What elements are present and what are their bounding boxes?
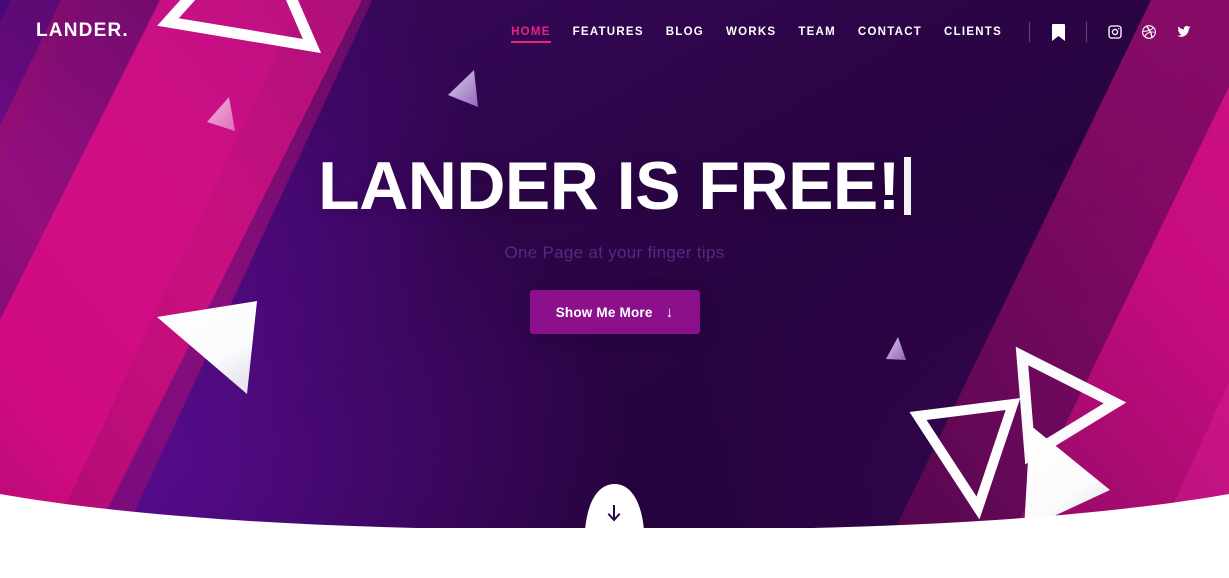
nav-item-team[interactable]: TEAM — [787, 0, 847, 64]
cta-label: Show Me More — [555, 304, 653, 320]
nav-item-clients[interactable]: CLIENTS — [933, 0, 1013, 64]
hero-section: LANDER. HOME FEATURES BLOG WORKS TEAM CO… — [0, 0, 1229, 528]
nav-item-works[interactable]: WORKS — [715, 0, 787, 64]
scroll-down-button[interactable] — [597, 496, 631, 530]
nav-item-contact[interactable]: CONTACT — [847, 0, 933, 64]
brand-logo[interactable]: LANDER. — [36, 20, 129, 42]
nav-item-home[interactable]: HOME — [500, 0, 562, 64]
nav-divider-1 — [1029, 22, 1030, 42]
left-diagonal-band-group — [0, 0, 373, 528]
top-navbar: LANDER. HOME FEATURES BLOG WORKS TEAM CO… — [0, 0, 1229, 64]
triangle-lavender-small — [448, 70, 478, 107]
show-me-more-button[interactable]: Show Me More ↓ — [529, 290, 700, 334]
triangle-lavender-right — [886, 337, 906, 360]
nav-divider-2 — [1086, 22, 1087, 42]
bookmark-icon[interactable] — [1046, 20, 1070, 44]
twitter-icon[interactable] — [1171, 20, 1195, 44]
arrow-down-icon: ↓ — [665, 303, 674, 321]
hero-title-text: LANDER IS FREE! — [318, 148, 900, 224]
typing-caret — [903, 157, 911, 215]
social-links — [1103, 20, 1195, 44]
landing-page: LANDER. HOME FEATURES BLOG WORKS TEAM CO… — [0, 0, 1229, 578]
next-section-placeholder — [0, 528, 1229, 578]
navbar-right-group: HOME FEATURES BLOG WORKS TEAM CONTACT CL… — [500, 0, 1195, 64]
nav-links: HOME FEATURES BLOG WORKS TEAM CONTACT CL… — [500, 0, 1013, 64]
instagram-icon[interactable] — [1103, 20, 1127, 44]
nav-item-features[interactable]: FEATURES — [562, 0, 655, 64]
hero-title: LANDER IS FREE! — [318, 152, 911, 220]
nav-item-blog[interactable]: BLOG — [655, 0, 715, 64]
dribbble-icon[interactable] — [1137, 20, 1161, 44]
hero-background-decorations — [0, 0, 1229, 528]
hero-subtitle: One Page at your finger tips — [504, 243, 725, 262]
